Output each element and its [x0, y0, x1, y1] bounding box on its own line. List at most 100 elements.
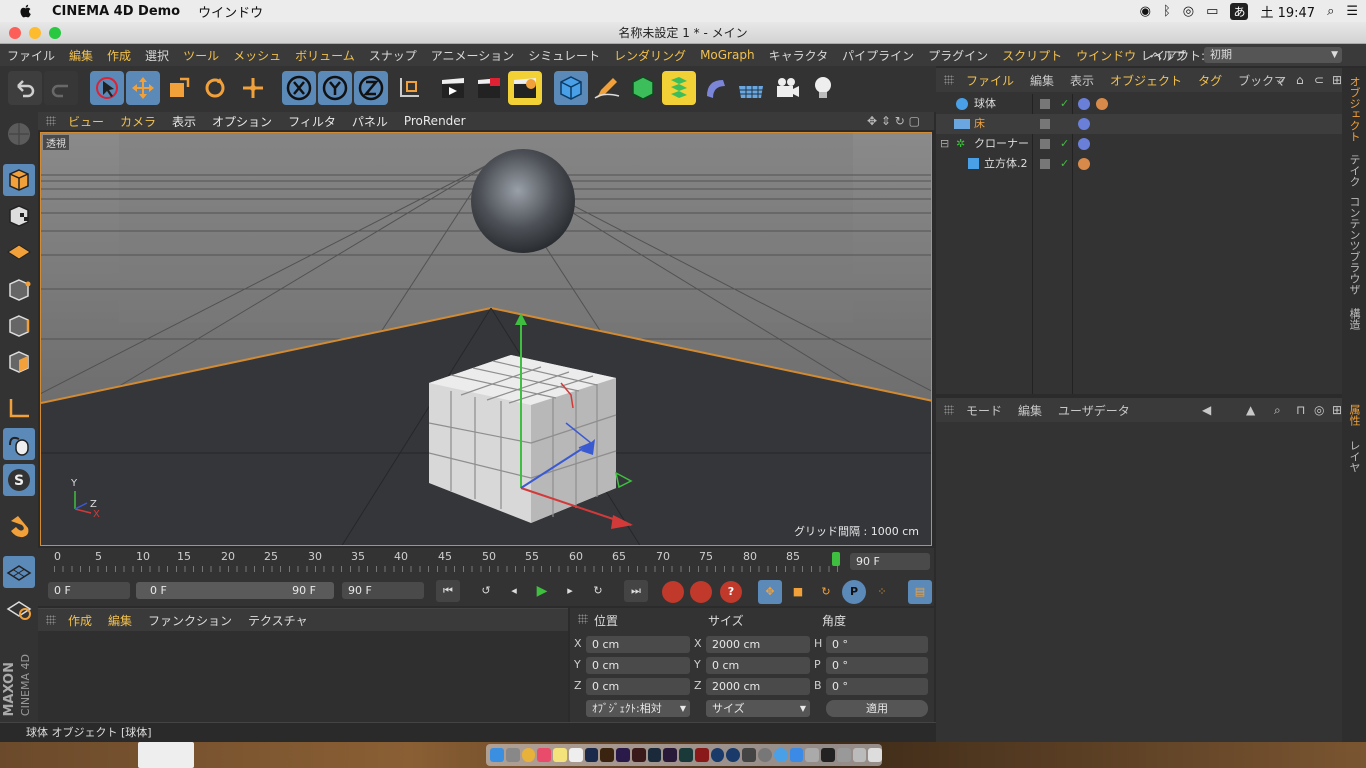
key-rotation-button[interactable]: ↻ [814, 580, 838, 604]
wifi-icon[interactable]: ◎ [1183, 4, 1194, 19]
object-row-cloner[interactable]: ⊟ ✲ クローナー ✓ [936, 134, 1342, 154]
menu-tools[interactable]: ツール [176, 47, 226, 64]
key-point-level-button[interactable]: ⁘ [870, 580, 894, 604]
position-z-field[interactable]: 0 cm [586, 678, 690, 695]
material-tag-icon[interactable] [1078, 98, 1090, 110]
objects-menu-edit[interactable]: 編集 [1022, 72, 1062, 89]
timeline-playhead[interactable] [832, 552, 840, 566]
screen-capture-icon[interactable] [836, 748, 851, 762]
object-name[interactable]: 球体 [974, 94, 996, 114]
app-store-icon[interactable] [789, 748, 804, 762]
files-icon[interactable] [568, 748, 583, 762]
attributes-menu-userdata[interactable]: ユーザデータ [1050, 402, 1138, 419]
menu-plugins[interactable]: プラグイン [921, 47, 995, 64]
character-animator-icon[interactable] [663, 748, 678, 762]
tweak-mode-button[interactable] [3, 428, 35, 460]
tab-objects[interactable]: オブジェクト [1346, 76, 1362, 142]
panel-grip[interactable] [944, 75, 954, 85]
attributes-menu-mode[interactable]: モード [958, 402, 1010, 419]
chrome-icon[interactable] [521, 748, 536, 762]
menu-pipeline[interactable]: パイプライン [835, 47, 921, 64]
notes-icon[interactable] [553, 748, 567, 762]
viewport-menu-view[interactable]: ビュー [60, 113, 112, 130]
current-frame-field[interactable]: 0 F [48, 582, 130, 599]
add-cube-button[interactable] [554, 71, 588, 105]
menu-character[interactable]: キャラクタ [762, 47, 836, 64]
illustrator-icon[interactable] [600, 748, 615, 762]
move-tool-button[interactable] [126, 71, 160, 105]
size-mode-select[interactable]: サイズ ▼ [706, 700, 810, 717]
tab-structure[interactable]: 構造 [1346, 308, 1362, 330]
menu-create[interactable]: 作成 [100, 47, 138, 64]
visibility-toggle[interactable] [1040, 139, 1050, 149]
add-subdivision-button[interactable] [626, 71, 660, 105]
previous-frame-button[interactable]: ◂ [502, 580, 526, 602]
render-settings-button[interactable] [508, 71, 542, 105]
zoom-window-button[interactable] [49, 27, 61, 39]
layout-select[interactable]: 初期 ▼ [1204, 47, 1342, 63]
viewport-menu-prorender[interactable]: ProRender [396, 114, 474, 128]
polygons-mode-button[interactable] [3, 346, 35, 378]
make-editable-button[interactable] [3, 118, 35, 150]
menu-render[interactable]: レンダリング [607, 47, 693, 64]
objects-menu-tags[interactable]: タグ [1190, 72, 1230, 89]
previous-key-button[interactable]: ↺ [474, 580, 498, 602]
input-method-indicator[interactable]: あ [1230, 2, 1249, 20]
terminal-icon[interactable] [821, 748, 835, 762]
menu-script[interactable]: スクリプト [995, 47, 1069, 64]
menu-animation[interactable]: アニメーション [424, 47, 522, 64]
add-light-button[interactable] [806, 71, 840, 105]
attributes-menu-edit[interactable]: 編集 [1010, 402, 1050, 419]
panel-grip[interactable] [46, 116, 56, 126]
preview-range-slider[interactable]: 0 F 90 F [136, 582, 334, 599]
workplane-align-button[interactable] [3, 592, 35, 624]
timeline-end-field[interactable]: 90 F [850, 553, 930, 570]
back-arrow-icon[interactable]: ◀ [1194, 403, 1219, 417]
viewport-menu-display[interactable]: 表示 [164, 113, 204, 130]
render-picture-viewer-button[interactable] [472, 71, 506, 105]
menu-window[interactable]: ウインドウ [1069, 47, 1143, 64]
rotation-h-field[interactable]: 0 ° [826, 636, 928, 653]
preview-icon[interactable] [805, 748, 820, 762]
transform-tool-button[interactable] [236, 71, 270, 105]
live-selection-button[interactable] [90, 71, 124, 105]
photoshop-icon[interactable] [584, 748, 599, 762]
material-menu-edit[interactable]: 編集 [100, 612, 140, 629]
menu-volume[interactable]: ボリューム [288, 47, 362, 64]
visibility-toggle[interactable] [1040, 119, 1050, 129]
objects-menu-objects[interactable]: オブジェクト [1102, 72, 1190, 89]
creative-cloud-icon[interactable]: ◉ [1140, 4, 1151, 19]
material-tag-icon[interactable] [1078, 138, 1090, 150]
tab-attributes[interactable]: 属性 [1346, 404, 1362, 426]
animate-cc-icon[interactable] [694, 748, 709, 762]
bluetooth-icon[interactable]: ᛒ [1163, 4, 1171, 19]
object-row-floor[interactable]: 床 [936, 114, 1342, 134]
menu-mesh[interactable]: メッシュ [226, 47, 288, 64]
menu-edit[interactable]: 編集 [62, 47, 100, 64]
sphere-object[interactable] [471, 149, 575, 253]
max-frame-field[interactable]: 90 F [342, 582, 424, 599]
material-menu-texture[interactable]: テクスチャ [240, 612, 316, 629]
add-camera-button[interactable] [770, 71, 804, 105]
auto-key-button[interactable] [690, 581, 712, 603]
objects-menu-view[interactable]: 表示 [1062, 72, 1102, 89]
size-x-field[interactable]: 2000 cm [706, 636, 810, 653]
key-position-button[interactable]: ✥ [758, 580, 782, 604]
object-name[interactable]: 立方体.2 [984, 154, 1028, 174]
tab-takes[interactable]: テイク [1346, 154, 1362, 187]
add-floor-button[interactable] [734, 71, 768, 105]
mac-window-menu[interactable]: ウインドウ [198, 2, 263, 21]
visibility-toggle[interactable] [1040, 159, 1050, 169]
camera-app-icon[interactable] [742, 748, 757, 762]
enabled-check-icon[interactable]: ✓ [1060, 94, 1069, 114]
workplane-mode-button[interactable] [3, 236, 35, 268]
panel-grip[interactable] [944, 405, 954, 415]
coordinate-mode-select[interactable]: ｵﾌﾞｼﾞｪｸﾄ:相対 ▼ [586, 700, 690, 717]
grid-workplane-button[interactable] [3, 556, 35, 588]
timeline-track[interactable] [54, 566, 838, 572]
go-to-end-button[interactable]: ⏭ [624, 580, 648, 602]
texture-mode-button[interactable] [3, 200, 35, 232]
objects-menu-file[interactable]: ファイル [958, 72, 1022, 89]
menu-select[interactable]: 選択 [138, 47, 176, 64]
panel-grip[interactable] [46, 615, 56, 625]
